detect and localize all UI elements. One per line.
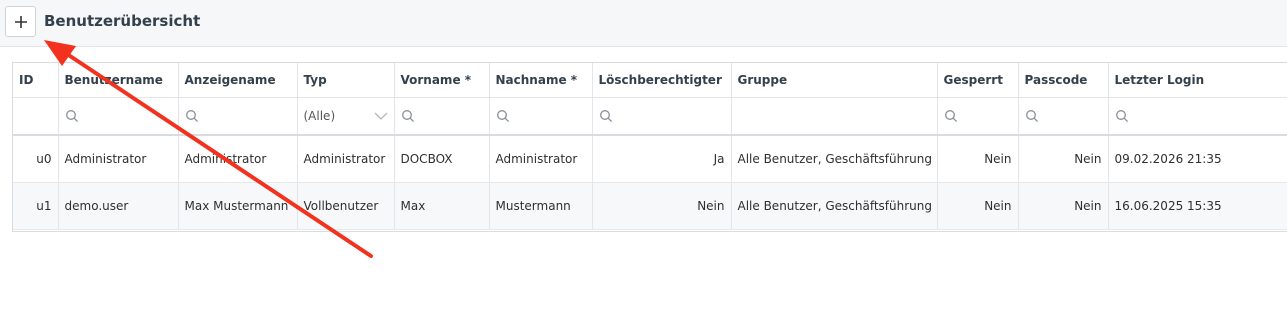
column-header-group[interactable]: Gruppe — [731, 63, 938, 98]
cell-first-name: DOCBOX — [394, 135, 490, 183]
column-header-last-name[interactable]: Nachname * — [489, 63, 593, 98]
cell-display-name: Administrator — [178, 135, 298, 183]
search-icon — [944, 110, 957, 123]
cell-deleter: Ja — [592, 135, 732, 183]
page-title: Benutzerübersicht — [44, 12, 201, 30]
filter-first-name[interactable] — [394, 97, 490, 136]
column-header-deleter[interactable]: Löschberechtigter — [592, 63, 732, 98]
cell-locked: Nein — [937, 135, 1019, 183]
type-filter-value: (Alle) — [303, 108, 336, 123]
filter-last-login[interactable] — [1108, 97, 1287, 136]
cell-username: Administrator — [58, 135, 179, 183]
cell-first-name: Max — [394, 182, 490, 230]
column-header-username[interactable]: Benutzername — [58, 63, 179, 98]
search-icon — [65, 110, 78, 123]
search-icon — [599, 110, 612, 123]
cell-type: Administrator — [297, 135, 395, 183]
chevron-down-icon — [374, 112, 387, 120]
cell-id: u0 — [13, 135, 59, 183]
cell-last-name: Mustermann — [489, 182, 593, 230]
cell-last-login: 09.02.2026 21:35 — [1108, 135, 1287, 183]
cell-group: Alle Benutzer, Geschäftsführung — [731, 135, 938, 183]
column-header-id[interactable]: ID — [13, 63, 59, 98]
search-icon — [496, 110, 509, 123]
table-row[interactable]: u1 demo.user Max Mustermann Vollbenutzer… — [13, 182, 1287, 230]
cell-locked: Nein — [937, 182, 1019, 230]
users-table: ID Benutzername Anzeigename Typ Vorname … — [12, 62, 1287, 232]
search-icon — [1025, 110, 1038, 123]
column-header-first-name[interactable]: Vorname * — [394, 63, 490, 98]
cell-username: demo.user — [58, 182, 179, 230]
cell-group: Alle Benutzer, Geschäftsführung — [731, 182, 938, 230]
search-icon — [401, 110, 414, 123]
cell-display-name: Max Mustermann — [178, 182, 298, 230]
cell-passcode: Nein — [1018, 182, 1109, 230]
filter-last-name[interactable] — [489, 97, 593, 136]
filter-type-select[interactable]: (Alle) — [297, 97, 395, 136]
cell-type: Vollbenutzer — [297, 182, 395, 230]
column-header-passcode[interactable]: Passcode — [1018, 63, 1109, 98]
cell-deleter: Nein — [592, 182, 732, 230]
column-header-type[interactable]: Typ — [297, 63, 395, 98]
column-header-display-name[interactable]: Anzeigename — [178, 63, 298, 98]
filter-cell-group — [731, 97, 938, 136]
toolbar: Benutzerübersicht — [0, 0, 1287, 47]
filter-passcode[interactable] — [1018, 97, 1109, 136]
filter-deleter[interactable] — [592, 97, 732, 136]
search-icon — [1115, 110, 1128, 123]
table-row[interactable]: u0 Administrator Administrator Administr… — [13, 135, 1287, 183]
cell-last-name: Administrator — [489, 135, 593, 183]
add-user-button[interactable] — [5, 6, 36, 37]
filter-display-name[interactable] — [178, 97, 298, 136]
column-header-locked[interactable]: Gesperrt — [937, 63, 1019, 98]
cell-id: u1 — [13, 182, 59, 230]
filter-locked[interactable] — [937, 97, 1019, 136]
plus-icon — [14, 15, 27, 28]
cell-last-login: 16.06.2025 15:35 — [1108, 182, 1287, 230]
search-icon — [185, 110, 198, 123]
filter-cell-id — [13, 97, 59, 136]
filter-username[interactable] — [58, 97, 179, 136]
cell-passcode: Nein — [1018, 135, 1109, 183]
column-header-last-login[interactable]: Letzter Login — [1108, 63, 1287, 98]
